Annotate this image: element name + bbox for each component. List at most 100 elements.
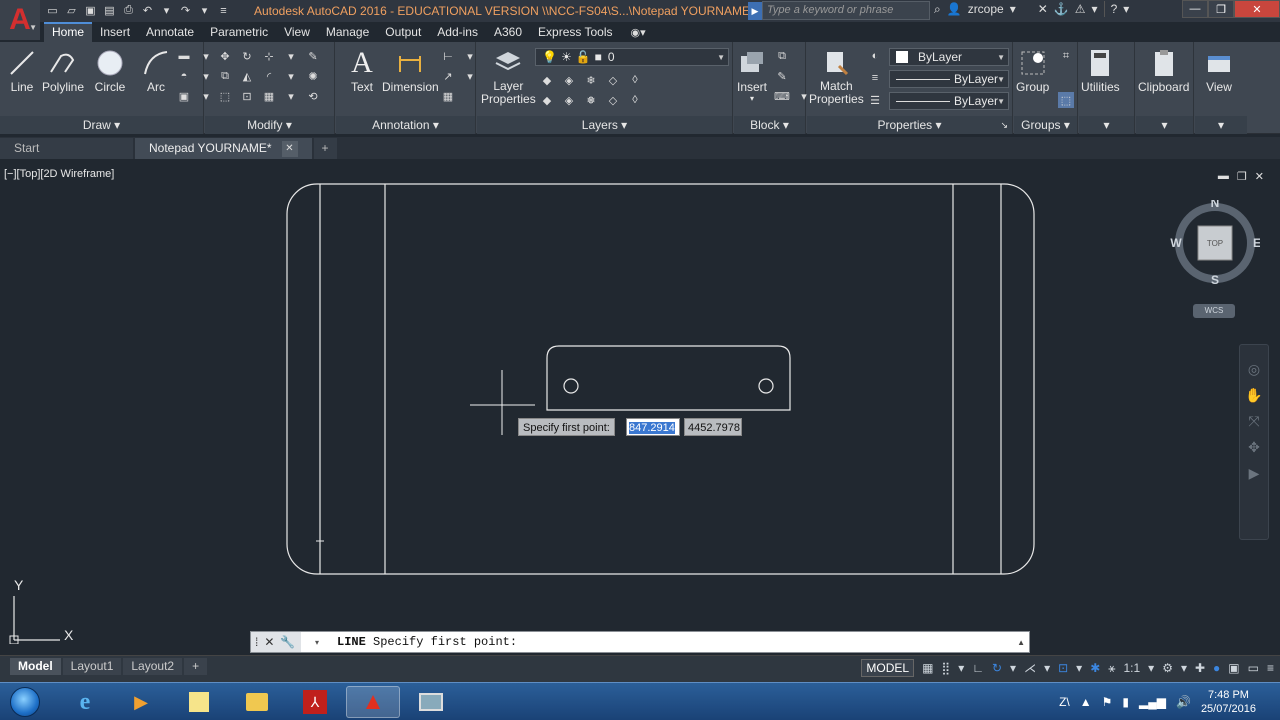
application-menu-button[interactable]: A ▼ <box>0 0 40 40</box>
grip-icon[interactable]: ⁞ <box>255 635 258 649</box>
tab-output[interactable]: Output <box>377 22 429 42</box>
workspace-gear-icon[interactable]: ⚙ <box>1162 661 1173 675</box>
layer-walk-icon[interactable]: ◊ <box>627 92 643 108</box>
tab-annotate[interactable]: Annotate <box>138 22 202 42</box>
leader-icon[interactable]: ↗ <box>440 68 456 84</box>
zoom-extents-icon[interactable]: ⤧ <box>1246 413 1262 429</box>
a360-icon[interactable]: ⚓ <box>1054 2 1069 16</box>
array-icon[interactable]: ▦ <box>261 88 277 104</box>
draw-panel-title[interactable]: Draw ▾ <box>0 116 203 134</box>
tab-parametric[interactable]: Parametric <box>202 22 276 42</box>
tab-manage[interactable]: Manage <box>318 22 377 42</box>
sticky-notes-icon[interactable] <box>172 686 226 718</box>
rotate-icon[interactable]: ↻ <box>239 48 255 64</box>
properties-panel-title[interactable]: Properties ▾ ↘ <box>807 116 1012 134</box>
signal-icon[interactable]: ▂▄▆ <box>1139 695 1166 709</box>
annotation-monitor-icon[interactable]: ✚ <box>1195 661 1205 675</box>
command-line[interactable]: ⁞ ✕ 🔧 ▾ LINE Specify first point: ▲ <box>250 631 1030 653</box>
help-icon[interactable]: ? <box>1111 2 1118 16</box>
network-icon[interactable]: ▮ <box>1122 695 1129 709</box>
stretch-icon[interactable]: ⬚ <box>217 88 233 104</box>
steering-wheel-icon[interactable]: ◎ <box>1246 361 1262 377</box>
volume-icon[interactable]: 🔊 <box>1176 695 1191 709</box>
hatch-icon[interactable]: ◓ <box>176 68 192 84</box>
clipboard-panel-title[interactable]: ▾ <box>1136 116 1193 134</box>
annotation-visibility-icon[interactable]: ✱ <box>1090 661 1100 675</box>
lineweight-icon[interactable]: ☰ <box>867 92 883 108</box>
insert-tool[interactable]: Insert ▾ <box>736 46 768 103</box>
chevron-down-icon[interactable]: ▾ <box>462 48 478 64</box>
attributes-icon[interactable]: ⌨ <box>774 88 790 104</box>
tab-layout2[interactable]: Layout2 <box>123 658 183 675</box>
open-folder-icon[interactable]: ▱ <box>63 2 80 19</box>
view-tool[interactable]: View <box>1203 46 1235 94</box>
annotation-scale-value[interactable]: 1:1 <box>1123 661 1140 675</box>
close-button[interactable]: ✕ <box>1234 0 1280 18</box>
file-explorer-icon[interactable] <box>230 686 284 718</box>
language-indicator[interactable]: Z\ <box>1059 695 1070 709</box>
tab-home[interactable]: Home <box>44 22 93 42</box>
new-file-icon[interactable]: ▭ <box>44 2 61 19</box>
layer-thaw-icon[interactable]: ❅ <box>583 92 599 108</box>
ortho-icon[interactable]: ∟ <box>972 661 984 675</box>
linear-dim-icon[interactable]: ⊢ <box>440 48 456 64</box>
table-icon[interactable]: ▦ <box>440 88 456 104</box>
dimension-tool[interactable]: Dimension <box>382 46 439 94</box>
modify-panel-title[interactable]: Modify ▾ <box>205 116 334 134</box>
tab-layout1[interactable]: Layout1 <box>62 658 122 675</box>
utilities-tool[interactable]: Utilities <box>1081 46 1120 94</box>
groups-panel-title[interactable]: Groups ▾ <box>1014 116 1077 134</box>
mirror-icon[interactable]: ◭ <box>239 68 255 84</box>
chevron-down-icon[interactable]: ▾ <box>958 661 964 675</box>
layer-previous-icon[interactable]: ◈ <box>561 92 577 108</box>
annotation-panel-title[interactable]: Annotation ▾ <box>336 116 475 134</box>
clipboard-tool[interactable]: Clipboard <box>1138 46 1189 94</box>
user-name[interactable]: zrcope <box>968 2 1004 16</box>
copy-icon[interactable]: ⧉ <box>217 68 233 84</box>
snap-icon[interactable]: ⣿ <box>941 661 950 675</box>
pan-hand-icon[interactable]: ✋ <box>1245 387 1262 403</box>
layer-dropdown[interactable]: 💡 ☀ 🔓 ■ 0 ▼ <box>535 48 729 66</box>
recent-commands-icon[interactable]: ▾ <box>315 638 319 647</box>
move-icon[interactable]: ✥ <box>217 48 233 64</box>
chevron-down-icon[interactable]: ▾ <box>1076 661 1082 675</box>
tab-start[interactable]: Start <box>0 138 133 159</box>
chevron-down-icon[interactable]: ▾ <box>1044 661 1050 675</box>
save-as-icon[interactable]: ▤ <box>101 2 118 19</box>
x-coordinate-input[interactable]: 847.2914 <box>626 418 680 436</box>
ungroup-icon[interactable]: ⌗ <box>1058 48 1074 64</box>
drawing-canvas[interactable]: [−][Top][2D Wireframe] ▬ ❐ ✕ TOP N S W E… <box>0 160 1280 655</box>
isolate-objects-icon[interactable]: ● <box>1213 661 1220 675</box>
tab-view[interactable]: View <box>276 22 318 42</box>
tab-express-tools[interactable]: Express Tools <box>530 22 620 42</box>
redo-dropdown-icon[interactable]: ▾ <box>196 2 213 19</box>
chevron-down-icon[interactable]: ▾ <box>283 88 299 104</box>
warning-icon[interactable]: ⚠ <box>1075 2 1086 16</box>
wcs-menu[interactable]: WCS <box>1193 304 1235 318</box>
tab-model[interactable]: Model <box>10 658 61 675</box>
grid-icon[interactable]: ▦ <box>922 661 933 675</box>
close-tab-icon[interactable]: ✕ <box>281 140 298 157</box>
autocad-taskbar-icon[interactable]: ▲ <box>346 686 400 718</box>
add-layout-button[interactable]: + <box>184 658 208 675</box>
chevron-down-icon[interactable]: ▾ <box>462 68 478 84</box>
linetype-dropdown[interactable]: ByLayer ▼ <box>889 70 1009 88</box>
layer-match-icon[interactable]: ◆ <box>539 92 555 108</box>
rectangle-icon[interactable]: ▬ <box>176 48 192 64</box>
close-icon[interactable]: ✕ <box>264 635 274 649</box>
undo-dropdown-icon[interactable]: ▾ <box>158 2 175 19</box>
chevron-down-icon[interactable]: ▾ <box>1181 661 1187 675</box>
new-tab-button[interactable]: + <box>313 138 337 159</box>
scale-icon[interactable]: ⊡ <box>239 88 255 104</box>
tab-add-ins[interactable]: Add-ins <box>429 22 486 42</box>
group-select-icon[interactable]: ⬚ <box>1058 92 1074 108</box>
redo-icon[interactable]: ↷ <box>177 2 194 19</box>
color-wheel-icon[interactable]: ◐ <box>867 48 883 64</box>
circle-tool[interactable]: Circle <box>94 46 126 94</box>
tab-a360[interactable]: A360 <box>486 22 530 42</box>
y-coordinate-input[interactable]: 4452.7978 <box>684 418 742 436</box>
acrobat-reader-icon[interactable]: ⅄ <box>288 686 342 718</box>
viewcube[interactable]: TOP N S W E <box>1170 200 1260 290</box>
user-icon[interactable]: 👤 <box>947 2 962 16</box>
create-block-icon[interactable]: ⧉ <box>774 48 790 64</box>
